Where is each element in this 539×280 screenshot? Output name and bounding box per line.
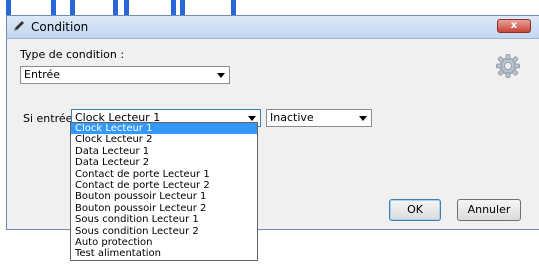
dropdown-option[interactable]: Contact de porte Lecteur 1 bbox=[71, 169, 257, 180]
state-select[interactable]: Inactive bbox=[266, 109, 372, 127]
dropdown-option[interactable]: Clock Lecteur 1 bbox=[71, 123, 257, 135]
dropdown-option[interactable]: Auto protection bbox=[71, 237, 257, 248]
dropdown-option[interactable]: Data Lecteur 1 bbox=[71, 146, 257, 157]
pencil-icon bbox=[14, 21, 24, 31]
title-bar[interactable]: Condition x bbox=[7, 16, 539, 39]
dropdown-option[interactable]: Sous condition Lecteur 2 bbox=[71, 226, 257, 237]
cancel-button[interactable]: Annuler bbox=[457, 199, 521, 221]
window-title: Condition bbox=[31, 20, 89, 34]
si-entree-label: Si entrée bbox=[23, 112, 73, 125]
chevron-down-icon bbox=[359, 116, 367, 121]
chevron-down-icon bbox=[248, 116, 256, 121]
dropdown-option[interactable]: Contact de porte Lecteur 2 bbox=[71, 180, 257, 191]
dropdown-option[interactable]: Data Lecteur 2 bbox=[71, 157, 257, 168]
dropdown-option[interactable]: Sous condition Lecteur 1 bbox=[71, 214, 257, 225]
type-condition-label: Type de condition : bbox=[20, 48, 125, 61]
close-button[interactable]: x bbox=[497, 19, 531, 33]
dropdown-option[interactable]: Bouton poussoir Lecteur 2 bbox=[71, 203, 257, 214]
dropdown-option[interactable]: Clock Lecteur 2 bbox=[71, 134, 257, 145]
state-select-value: Inactive bbox=[270, 111, 314, 124]
type-condition-value: Entrée bbox=[24, 68, 61, 81]
gear-icon bbox=[496, 54, 520, 78]
input-dropdown-list: Clock Lecteur 1 Clock Lecteur 2 Data Lecte… bbox=[70, 122, 258, 261]
ok-button[interactable]: OK bbox=[389, 199, 441, 221]
type-condition-select[interactable]: Entrée bbox=[20, 66, 230, 84]
dropdown-option[interactable]: Test alimentation bbox=[71, 248, 257, 259]
chevron-down-icon bbox=[217, 73, 225, 78]
dropdown-option[interactable]: Bouton poussoir Lecteur 1 bbox=[71, 191, 257, 202]
